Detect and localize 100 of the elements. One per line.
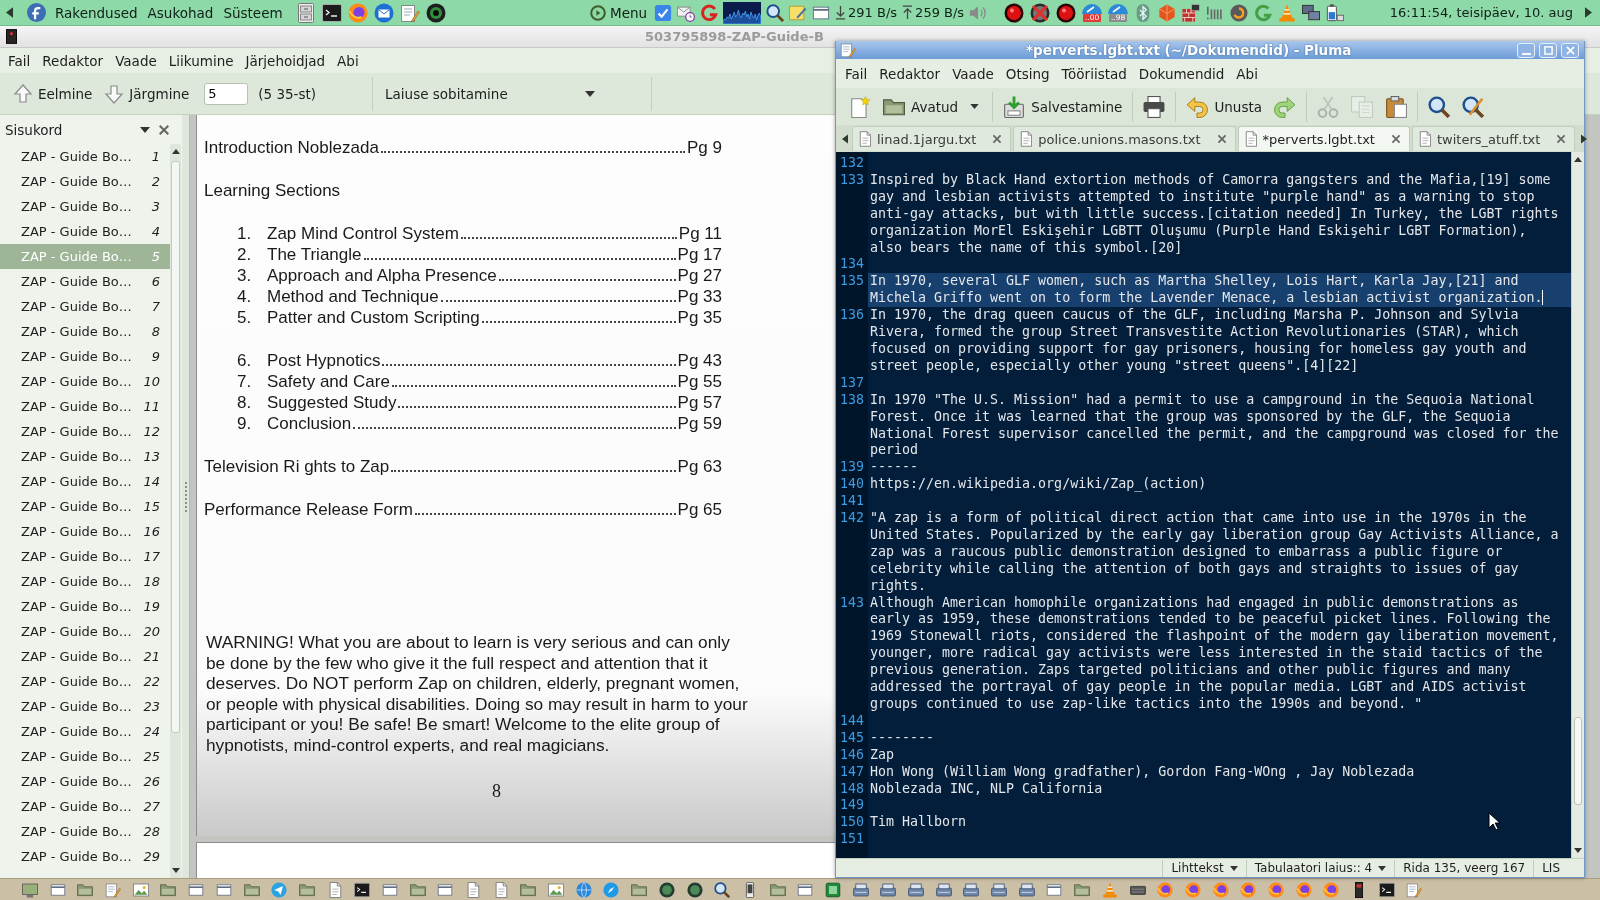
scanner-icon[interactable] — [908, 881, 924, 898]
file-tab[interactable]: *perverts.lgbt.txt — [1237, 126, 1410, 151]
zoom-dropdown[interactable]: Laiuse sobitamine — [385, 78, 596, 109]
orb-icon[interactable] — [1157, 881, 1174, 898]
desktop-icon[interactable] — [22, 881, 38, 898]
file-tab[interactable]: police.unions.masons.txt — [1013, 126, 1236, 151]
globe-icon[interactable] — [575, 881, 592, 898]
terminal-icon[interactable] — [1378, 881, 1395, 898]
folder-icon[interactable] — [243, 881, 260, 898]
left-arrow-icon[interactable] — [6, 7, 13, 18]
clock[interactable]: 16:11:54, teisipäev, 10. aug — [1389, 5, 1573, 20]
arc-icon[interactable] — [700, 3, 719, 22]
outline-item[interactable]: ZAP - Guide Bo… 17 — [0, 544, 170, 569]
menu-item[interactable]: Vaade — [109, 49, 163, 72]
disc-icon[interactable] — [1004, 2, 1025, 23]
box-icon[interactable] — [824, 881, 841, 898]
outline-item[interactable]: ZAP - Guide Bo… 29 — [0, 844, 170, 869]
folder-icon[interactable] — [769, 881, 786, 898]
down-arrow-icon[interactable] — [171, 868, 180, 873]
close-icon[interactable] — [992, 134, 1003, 144]
folder-icon[interactable] — [520, 881, 537, 898]
notepad-pencil-icon[interactable] — [840, 42, 856, 58]
up-arrow-icon[interactable] — [1574, 157, 1583, 162]
outline-item[interactable]: ZAP - Guide Bo… 12 — [0, 419, 170, 444]
notepad-pencil-icon[interactable] — [105, 881, 122, 898]
folder-icon[interactable] — [1074, 881, 1091, 898]
close-icon[interactable] — [1216, 134, 1227, 144]
terminal-icon[interactable] — [354, 881, 371, 898]
compass-icon[interactable] — [603, 881, 620, 898]
search-icon[interactable] — [766, 3, 785, 22]
scanner-icon[interactable] — [880, 881, 897, 898]
outline-item[interactable]: ZAP - Guide Bo… 18 — [0, 569, 170, 594]
left-arrow-icon[interactable] — [842, 133, 848, 144]
up-arrow-icon[interactable] — [171, 149, 180, 154]
outline-item[interactable]: ZAP - Guide Bo… 10 — [0, 369, 170, 394]
menu-item[interactable]: Vaade — [946, 62, 1000, 85]
picture-icon[interactable] — [548, 881, 565, 898]
right-arrow-icon[interactable] — [1581, 133, 1588, 144]
outline-item[interactable]: ZAP - Guide Bo… 8 — [0, 319, 170, 344]
window-icon[interactable] — [49, 881, 66, 898]
menu-item[interactable]: Fail — [839, 62, 874, 85]
tick-icon[interactable] — [654, 3, 673, 22]
outline-item[interactable]: ZAP - Guide Bo… 2 — [0, 169, 170, 194]
undo-button[interactable]: Unusta — [1181, 90, 1267, 123]
outline-item[interactable]: ZAP - Guide Bo… 14 — [0, 469, 170, 494]
disc-icon[interactable] — [1056, 2, 1077, 23]
editor-pane[interactable] — [836, 152, 1584, 858]
scanner-icon[interactable] — [963, 881, 980, 898]
brick-wall-icon[interactable] — [1182, 3, 1201, 22]
scanner-icon[interactable] — [1018, 881, 1035, 898]
crossed-disc-icon[interactable] — [1030, 2, 1051, 23]
window-icon[interactable] — [1046, 881, 1063, 898]
outline-item[interactable]: ZAP - Guide Bo… 4 — [0, 219, 170, 244]
outline-item[interactable]: ZAP - Guide Bo… 15 — [0, 494, 170, 519]
menu-item[interactable]: Abi — [331, 49, 365, 72]
outline-item[interactable]: ZAP - Guide Bo… 24 — [0, 719, 170, 744]
folder-icon[interactable] — [298, 881, 315, 898]
close-icon[interactable] — [1556, 134, 1567, 144]
computers-icon[interactable] — [1302, 3, 1321, 22]
menu-item[interactable]: Liikumine — [162, 49, 240, 72]
paper-plane-icon[interactable] — [271, 881, 288, 898]
curl-icon[interactable] — [1254, 3, 1273, 22]
orb-icon[interactable] — [1184, 881, 1201, 898]
notepad-pencil-icon[interactable] — [1406, 881, 1423, 898]
window-icon[interactable] — [797, 881, 814, 898]
close-button[interactable] — [1561, 42, 1579, 58]
note-pencil-icon[interactable] — [789, 3, 808, 22]
outline-item[interactable]: ZAP - Guide Bo… 21 — [0, 644, 170, 669]
swirl-disc-icon[interactable] — [1230, 3, 1249, 22]
scanner-icon[interactable] — [852, 881, 869, 898]
outline-item[interactable]: ZAP - Guide Bo… 19 — [0, 594, 170, 619]
orb-icon[interactable] — [1323, 881, 1340, 898]
tab-width-dropdown[interactable]: Tabulaatori laius:: 4 — [1245, 859, 1395, 877]
orb-icon[interactable] — [1240, 881, 1257, 898]
outline-item[interactable]: ZAP - Guide Bo… 9 — [0, 344, 170, 369]
window-icon[interactable] — [381, 881, 398, 898]
notepad-pencil-icon[interactable] — [399, 2, 420, 23]
panel-menu[interactable]: Asukohad — [142, 0, 219, 25]
mail-icon[interactable] — [373, 2, 394, 23]
outline-item[interactable]: ZAP - Guide Bo… 16 — [0, 519, 170, 544]
outline-item[interactable]: ZAP - Guide Bo… 13 — [0, 444, 170, 469]
page-field[interactable]: 5 — [204, 82, 249, 105]
save-button[interactable]: Salvestamine — [998, 90, 1128, 123]
outline-item[interactable]: ZAP - Guide Bo… 22 — [0, 669, 170, 694]
terminal-icon[interactable] — [321, 2, 342, 23]
outline-item[interactable]: ZAP - Guide Bo… 28 — [0, 819, 170, 844]
next-button[interactable]: Järgmine — [99, 77, 195, 110]
panel-menu[interactable]: Rakendused — [50, 0, 143, 25]
file-tab[interactable]: linad.1jargu.txt — [852, 126, 1012, 151]
menu-item[interactable]: Otsing — [999, 62, 1056, 85]
planet-icon[interactable] — [658, 881, 675, 898]
gauge-icon[interactable] — [1082, 3, 1103, 14]
menu-item[interactable]: Dokumendid — [1132, 62, 1231, 85]
outline-item[interactable]: ZAP - Guide Bo… 3 — [0, 194, 170, 219]
menu-item[interactable]: Abi — [1230, 62, 1264, 85]
minimize-button[interactable] — [1517, 42, 1535, 58]
close-icon[interactable] — [158, 123, 170, 136]
outline-item[interactable]: ZAP - Guide Bo… 26 — [0, 769, 170, 794]
outline-item[interactable]: ZAP - Guide Bo… 6 — [0, 269, 170, 294]
menu-item[interactable]: Redaktor — [873, 62, 947, 85]
